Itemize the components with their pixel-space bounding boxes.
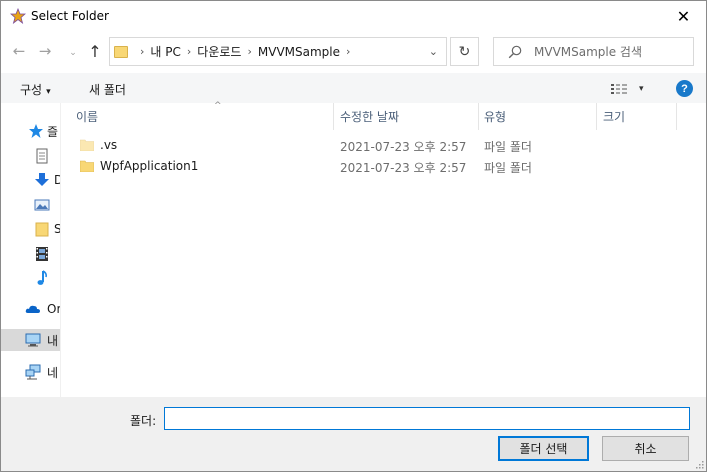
chevron-down-icon: ⌄ bbox=[69, 48, 77, 58]
breadcrumb-separator: › bbox=[140, 45, 145, 58]
breadcrumb-this-pc[interactable]: 내 PC bbox=[150, 43, 180, 60]
organize-label: 구성 bbox=[20, 83, 43, 97]
music-note-icon bbox=[37, 270, 47, 285]
breadcrumb-downloads[interactable]: 다운로드 bbox=[197, 43, 241, 60]
navigation-bar: ← → ⌄ ↑ › 내 PC › 다운로드 › MVVMSample › ⌄ ↻ bbox=[1, 33, 706, 71]
column-label: 이름 bbox=[76, 110, 99, 124]
file-date: 2021-07-23 오후 2:57 bbox=[340, 161, 467, 175]
help-icon: ? bbox=[681, 82, 688, 95]
nav-item-label: 네 bbox=[47, 365, 59, 380]
details-view-icon bbox=[611, 84, 627, 94]
help-button[interactable]: ? bbox=[676, 80, 693, 97]
file-list[interactable]: .vs 2021-07-23 오후 2:57 파일 폴더 WpfApplicat… bbox=[62, 131, 706, 397]
network-icon bbox=[25, 364, 41, 380]
document-icon bbox=[36, 148, 48, 164]
column-header-name[interactable]: 이름 ^ bbox=[76, 101, 332, 130]
nav-item-videos[interactable] bbox=[1, 243, 60, 265]
nav-item-onedrive[interactable]: Or bbox=[1, 298, 61, 320]
search-placeholder: MVVMSample 검색 bbox=[534, 45, 643, 59]
nav-item-label: D bbox=[54, 173, 60, 187]
folder-icon bbox=[80, 139, 94, 151]
file-date: 2021-07-23 오후 2:57 bbox=[340, 140, 467, 154]
back-button[interactable]: ← bbox=[9, 41, 29, 61]
search-input[interactable]: MVVMSample 검색 bbox=[493, 37, 694, 66]
folder-field-label: 폴더: bbox=[130, 414, 157, 428]
this-pc-icon bbox=[25, 333, 41, 347]
nav-item-this-pc[interactable]: 내 bbox=[1, 329, 60, 351]
nav-item-music[interactable] bbox=[1, 267, 60, 289]
title-bar: Select Folder ✕ bbox=[1, 1, 706, 31]
command-toolbar: 구성 ▾ 새 폴더 ▾ ? bbox=[1, 73, 706, 103]
column-divider[interactable] bbox=[676, 103, 677, 130]
nav-item-label: 내 bbox=[47, 333, 59, 348]
close-button[interactable]: ✕ bbox=[661, 1, 706, 31]
nav-item-quick-access[interactable]: 즐 bbox=[1, 120, 60, 142]
breadcrumb-mvvmsample[interactable]: MVVMSample bbox=[258, 45, 340, 59]
back-arrow-icon: ← bbox=[12, 42, 26, 60]
column-divider[interactable] bbox=[478, 103, 479, 130]
column-header-size[interactable]: 크기 bbox=[603, 103, 673, 130]
folder-icon bbox=[114, 45, 128, 58]
column-label: 유형 bbox=[484, 110, 507, 124]
close-icon: ✕ bbox=[676, 6, 691, 26]
forward-arrow-icon: → bbox=[38, 42, 52, 60]
dialog-footer: 폴더: 폴더 선택 취소 bbox=[1, 397, 706, 471]
file-name: .vs bbox=[100, 138, 118, 152]
address-bar[interactable]: › 내 PC › 다운로드 › MVVMSample › ⌄ bbox=[109, 37, 447, 66]
column-header-date[interactable]: 수정한 날짜 bbox=[340, 103, 480, 130]
quick-access-star-icon bbox=[29, 124, 43, 138]
folder-icon bbox=[35, 222, 49, 237]
file-type: 파일 폴더 bbox=[484, 140, 532, 154]
download-arrow-icon bbox=[35, 173, 49, 186]
nav-item-label: S bbox=[54, 222, 61, 236]
folder-icon bbox=[80, 160, 94, 172]
breadcrumb-separator[interactable]: › bbox=[247, 45, 251, 58]
column-divider[interactable] bbox=[333, 103, 334, 130]
table-row[interactable]: .vs 2021-07-23 오후 2:57 파일 폴더 bbox=[76, 135, 696, 156]
resize-grip-icon[interactable] bbox=[694, 459, 704, 469]
window-title: Select Folder bbox=[31, 9, 109, 23]
file-type: 파일 폴더 bbox=[484, 161, 532, 175]
address-dropdown-icon[interactable]: ⌄ bbox=[429, 45, 438, 58]
up-button[interactable]: ↑ bbox=[85, 41, 105, 61]
nav-item-label: Or bbox=[47, 302, 61, 316]
select-folder-button[interactable]: 폴더 선택 bbox=[498, 436, 589, 461]
sort-ascending-icon: ^ bbox=[214, 101, 222, 111]
recent-locations-button[interactable]: ⌄ bbox=[63, 43, 83, 63]
folder-name-input[interactable] bbox=[164, 407, 690, 430]
breadcrumb-separator[interactable]: › bbox=[187, 45, 191, 58]
column-header-type[interactable]: 유형 bbox=[484, 103, 594, 130]
forward-button[interactable]: → bbox=[35, 41, 55, 61]
change-view-button[interactable]: ▾ bbox=[611, 81, 651, 97]
film-icon bbox=[36, 247, 48, 261]
table-row[interactable]: WpfApplication1 2021-07-23 오후 2:57 파일 폴더 bbox=[76, 156, 696, 177]
picture-icon bbox=[34, 199, 50, 211]
nav-item-label: 즐 bbox=[47, 124, 59, 139]
refresh-icon: ↻ bbox=[458, 43, 471, 60]
column-label: 크기 bbox=[603, 110, 626, 124]
caret-down-icon: ▾ bbox=[46, 87, 51, 97]
search-icon bbox=[508, 45, 522, 58]
app-star-icon bbox=[10, 8, 26, 24]
column-label: 수정한 날짜 bbox=[340, 110, 400, 124]
file-name: WpfApplication1 bbox=[100, 159, 199, 173]
nav-item-downloads[interactable]: D bbox=[1, 169, 60, 191]
navigation-pane[interactable]: 즐 D S bbox=[1, 103, 61, 397]
new-folder-button[interactable]: 새 폴더 bbox=[89, 81, 126, 98]
cancel-button[interactable]: 취소 bbox=[602, 436, 689, 461]
refresh-button[interactable]: ↻ bbox=[450, 37, 479, 66]
nav-item-pictures[interactable] bbox=[1, 194, 60, 216]
column-divider[interactable] bbox=[596, 103, 597, 130]
caret-down-icon: ▾ bbox=[639, 84, 644, 94]
up-arrow-icon: ↑ bbox=[88, 41, 102, 61]
breadcrumb-separator[interactable]: › bbox=[346, 45, 350, 58]
select-folder-dialog: Select Folder ✕ ← → ⌄ ↑ › 내 PC › 다운로드 › … bbox=[0, 0, 707, 472]
nav-item-network[interactable]: 네 bbox=[1, 361, 60, 383]
onedrive-cloud-icon bbox=[25, 305, 40, 313]
nav-item-documents[interactable] bbox=[1, 145, 60, 167]
organize-button[interactable]: 구성 ▾ bbox=[20, 81, 51, 98]
nav-item-folder[interactable]: S bbox=[1, 218, 61, 240]
column-header-row: 이름 ^ 수정한 날짜 유형 크기 bbox=[62, 101, 706, 130]
